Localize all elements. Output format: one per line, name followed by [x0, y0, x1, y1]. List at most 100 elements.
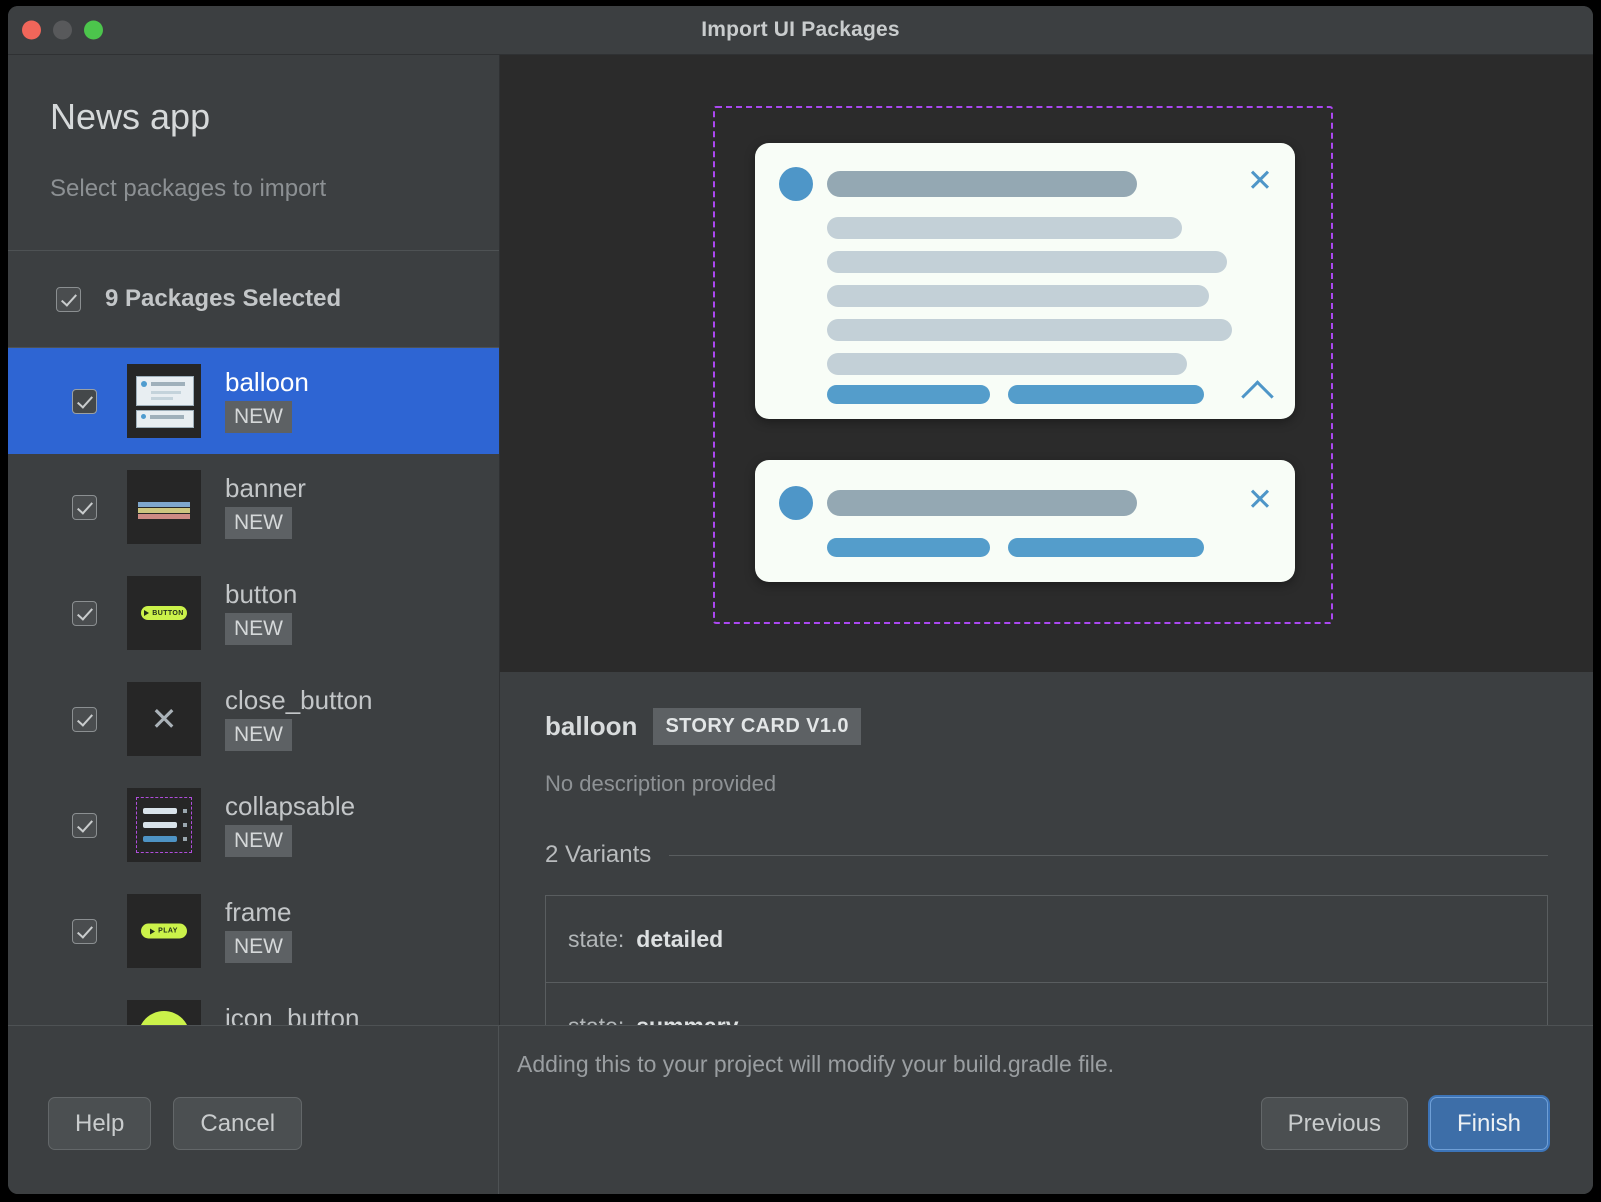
sidebar-header: News app Select packages to import — [8, 55, 499, 251]
package-name: frame — [225, 897, 292, 927]
package-badge: NEW — [225, 931, 292, 963]
package-badge: NEW — [225, 401, 292, 433]
details-package-name: balloon — [545, 711, 638, 741]
variant-row[interactable]: state: summary — [546, 983, 1547, 1026]
variants-section-header: 2 Variants — [545, 841, 1548, 869]
package-text-button: button NEW — [225, 581, 297, 645]
previous-button[interactable]: Previous — [1260, 1097, 1408, 1150]
sidebar-subtitle: Select packages to import — [50, 175, 327, 202]
package-checkbox-button[interactable] — [72, 600, 97, 626]
package-row-collapsable[interactable]: collapsable NEW — [8, 772, 499, 878]
details-header: balloon STORY CARD V1.0 — [545, 708, 1548, 745]
select-all-label: 9 Packages Selected — [105, 285, 342, 312]
card-text-line — [827, 319, 1232, 341]
thumbnail-pill-button: BUTTON — [141, 606, 187, 620]
package-text-collapsable: collapsable NEW — [225, 793, 355, 857]
package-list[interactable]: balloon NEW banner NEW BUTTON button NEW… — [8, 348, 499, 1025]
package-thumbnail-banner — [127, 470, 201, 544]
package-thumbnail-icon-button — [127, 1000, 201, 1025]
variants-divider — [669, 854, 1548, 856]
package-thumbnail-frame: PLAY — [127, 894, 201, 968]
help-button[interactable]: Help — [48, 1097, 152, 1150]
package-row-icon-button[interactable]: icon_button NEW — [8, 984, 499, 1025]
variant-key: state: — [568, 925, 625, 952]
card-title-bar — [827, 171, 1137, 197]
variant-row[interactable]: state: detailed — [546, 896, 1547, 983]
variants-count-label: 2 Variants — [545, 841, 652, 868]
variant-value: summary — [636, 1013, 738, 1026]
package-badge: NEW — [225, 613, 292, 645]
package-text-frame: frame NEW — [225, 899, 292, 963]
thumbnail-pill-play: PLAY — [141, 923, 187, 939]
package-text-banner: banner NEW — [225, 475, 306, 539]
footer-note: Adding this to your project will modify … — [517, 1051, 1115, 1077]
package-checkbox-collapsable[interactable] — [72, 812, 97, 838]
plus-circle-icon — [138, 1011, 190, 1025]
preview-card-detailed: ✕ — [755, 143, 1295, 419]
package-text-close-button: close_button NEW — [225, 687, 372, 751]
package-name: collapsable — [225, 791, 356, 821]
window-controls — [22, 20, 103, 40]
package-row-button[interactable]: BUTTON button NEW — [8, 560, 499, 666]
card-avatar — [779, 167, 813, 201]
package-checkbox-balloon[interactable] — [72, 388, 97, 414]
card-text-line — [827, 251, 1227, 273]
package-checkbox-frame[interactable] — [72, 918, 97, 944]
package-name: banner — [225, 473, 306, 503]
select-all-checkbox[interactable] — [56, 286, 81, 312]
card-text-line — [827, 217, 1182, 239]
play-triangle-icon — [150, 928, 156, 934]
import-ui-packages-window: Import UI Packages News app Select packa… — [8, 6, 1593, 1194]
details-description: No description provided — [545, 771, 777, 796]
thumbnail-pill-label: BUTTON — [152, 609, 184, 617]
close-window-button[interactable] — [22, 20, 41, 40]
maximize-window-button[interactable] — [84, 20, 103, 40]
close-x-icon: ✕ — [150, 701, 178, 737]
cancel-button[interactable]: Cancel — [173, 1097, 303, 1150]
card-close-icon[interactable]: ✕ — [1247, 165, 1273, 196]
card-close-icon[interactable]: ✕ — [1247, 484, 1273, 515]
project-title: News app — [50, 96, 211, 137]
package-text-icon-button: icon_button NEW — [225, 1005, 359, 1025]
package-badge: NEW — [225, 507, 292, 539]
sidebar: News app Select packages to import 9 Pac… — [8, 55, 500, 1025]
package-row-balloon[interactable]: balloon NEW — [8, 348, 499, 454]
card-action-bar[interactable] — [1008, 385, 1204, 404]
card-avatar — [779, 486, 813, 520]
package-details: balloon STORY CARD V1.0 No description p… — [500, 672, 1593, 1025]
card-collapse-chevron-up-icon[interactable] — [1241, 380, 1274, 413]
variant-value: detailed — [636, 925, 724, 952]
package-name: balloon — [225, 367, 309, 397]
card-text-line — [827, 353, 1187, 375]
package-row-frame[interactable]: PLAY frame NEW — [8, 878, 499, 984]
package-text-balloon: balloon NEW — [225, 369, 309, 433]
package-thumbnail-close-button: ✕ — [127, 682, 201, 756]
package-checkbox-close-button[interactable] — [72, 706, 97, 732]
package-badge: NEW — [225, 825, 292, 857]
details-version-tag: STORY CARD V1.0 — [653, 708, 861, 745]
package-checkbox-banner[interactable] — [72, 494, 97, 520]
package-row-banner[interactable]: banner NEW — [8, 454, 499, 560]
card-action-bar[interactable] — [1008, 538, 1204, 557]
title-bar: Import UI Packages — [8, 6, 1593, 55]
minimize-window-button[interactable] — [53, 20, 72, 40]
card-text-line — [827, 285, 1209, 307]
variants-table: state: detailed state: summary — [545, 895, 1548, 1025]
select-all-row[interactable]: 9 Packages Selected — [8, 251, 499, 348]
window-title: Import UI Packages — [701, 18, 900, 41]
package-thumbnail-button: BUTTON — [127, 576, 201, 650]
package-name: close_button — [225, 685, 373, 715]
card-action-bar[interactable] — [827, 385, 990, 404]
window-body: News app Select packages to import 9 Pac… — [8, 55, 1593, 1025]
package-row-close-button[interactable]: ✕ close_button NEW — [8, 666, 499, 772]
right-pane: ✕ ✕ balloon STORY CARD V1.0 No descripti… — [500, 55, 1593, 1025]
variant-key: state: — [568, 1013, 624, 1026]
finish-button[interactable]: Finish — [1429, 1097, 1548, 1150]
card-action-bar[interactable] — [827, 538, 990, 557]
package-thumbnail-collapsable — [127, 788, 201, 862]
package-badge: NEW — [225, 719, 292, 751]
card-title-bar — [827, 490, 1137, 516]
package-thumbnail-balloon — [127, 364, 201, 438]
dialog-footer: Adding this to your project will modify … — [8, 1025, 1593, 1194]
preview-card-summary: ✕ — [755, 460, 1295, 582]
